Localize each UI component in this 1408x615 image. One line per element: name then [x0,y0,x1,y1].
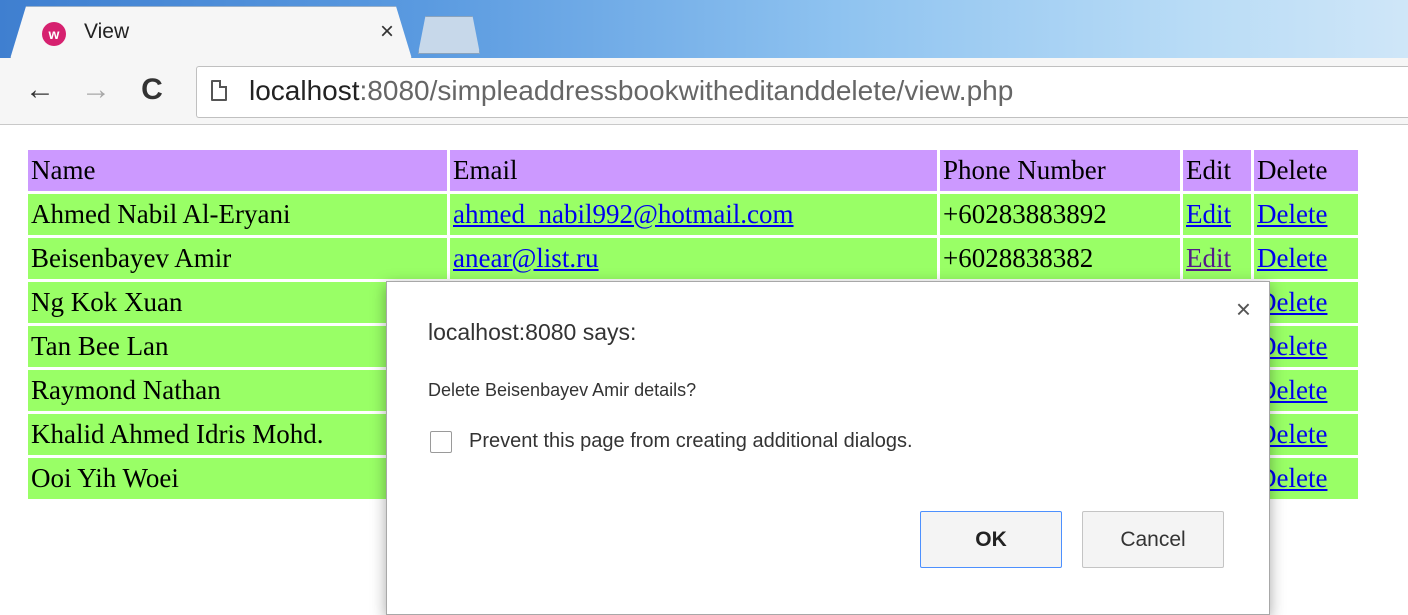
new-tab-button[interactable] [418,16,480,54]
dialog-message: Delete Beisenbayev Amir details? [428,380,697,400]
dialog-close-icon[interactable]: × [1236,294,1251,324]
cell-name: Ng Kok Xuan [28,282,447,323]
email-link[interactable]: anear@list.ru [453,243,599,273]
ok-button[interactable]: OK [920,511,1062,568]
reload-icon[interactable]: C [132,70,172,110]
url-path: :8080/simpleaddressbookwitheditanddelete… [359,75,1014,106]
cell-phone: +6028838382 [940,238,1180,279]
header-phone: Phone Number [940,150,1180,191]
tab-title: View [84,20,130,43]
table-row: Ahmed Nabil Al-Eryani ahmed_nabil992@hot… [28,194,1358,235]
forward-arrow-icon[interactable]: → [76,70,116,110]
cancel-button[interactable]: Cancel [1082,511,1224,568]
header-name: Name [28,150,447,191]
cell-edit: Edit [1183,194,1251,235]
confirm-dialog: × localhost:8080 says: Delete Beisenbaye… [386,281,1270,615]
header-delete: Delete [1254,150,1358,191]
cell-name: Ooi Yih Woei [28,458,447,499]
url-text: localhost:8080/simpleaddressbookwithedit… [249,75,1013,107]
tab-strip: w View × [0,0,1408,59]
back-arrow-icon[interactable]: ← [20,70,60,110]
browser-tab-content: w View × [32,6,402,58]
prevent-dialogs-checkbox[interactable] [430,431,452,453]
page-icon [211,80,227,101]
table-row: Beisenbayev Amir anear@list.ru +60288383… [28,238,1358,279]
cell-name: Ahmed Nabil Al-Eryani [28,194,447,235]
header-email: Email [450,150,937,191]
cell-delete: Delete [1254,238,1358,279]
tab-close-icon[interactable]: × [372,16,402,48]
url-host: localhost [249,75,360,106]
cell-name: Raymond Nathan [28,370,447,411]
delete-link[interactable]: Delete [1257,243,1327,273]
address-bar[interactable]: localhost:8080/simpleaddressbookwithedit… [196,66,1408,118]
cell-name: Beisenbayev Amir [28,238,447,279]
header-edit: Edit [1183,150,1251,191]
cell-edit: Edit [1183,238,1251,279]
cell-phone: +60283883892 [940,194,1180,235]
edit-link[interactable]: Edit [1186,199,1231,229]
dialog-title: localhost:8080 says: [428,319,637,345]
prevent-dialogs-label[interactable]: Prevent this page from creating addition… [469,430,913,453]
edit-link[interactable]: Edit [1186,243,1231,273]
cell-email: anear@list.ru [450,238,937,279]
email-link[interactable]: ahmed_nabil992@hotmail.com [453,199,794,229]
wamp-icon: w [42,22,66,46]
cell-delete: Delete [1254,194,1358,235]
delete-link[interactable]: Delete [1257,199,1327,229]
cell-name: Khalid Ahmed Idris Mohd. [28,414,447,455]
table-header-row: Name Email Phone Number Edit Delete [28,150,1358,191]
browser-toolbar: ← → C localhost:8080/simpleaddressbookwi… [0,58,1408,125]
cell-name: Tan Bee Lan [28,326,447,367]
cell-email: ahmed_nabil992@hotmail.com [450,194,937,235]
